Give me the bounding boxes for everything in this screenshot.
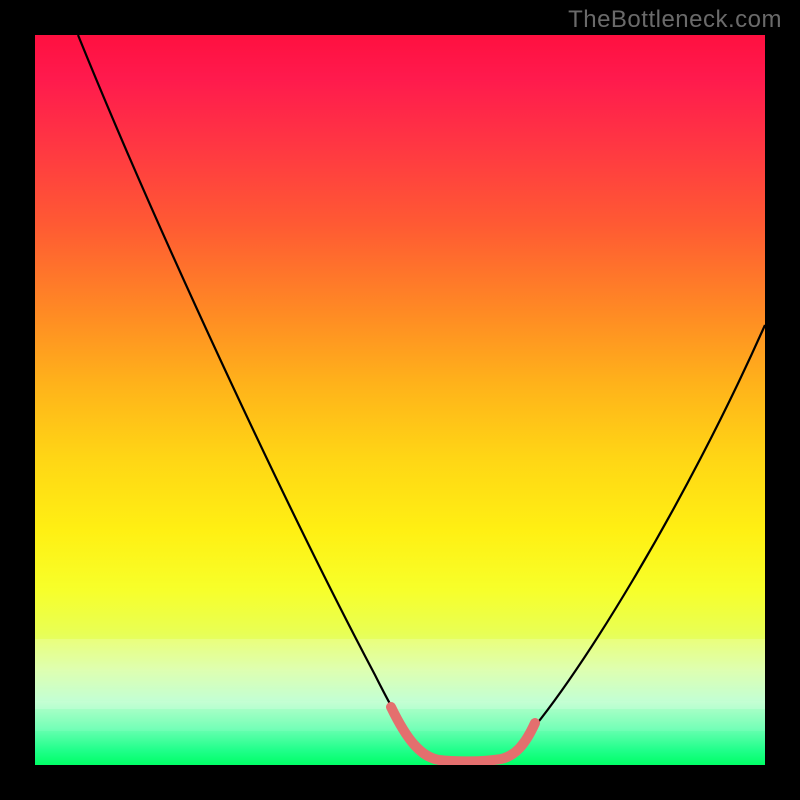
optimal-zone-line (391, 707, 535, 761)
bottleneck-curve-line (78, 35, 765, 760)
curve-layer (35, 35, 765, 765)
plot-area (35, 35, 765, 765)
chart-frame: TheBottleneck.com (0, 0, 800, 800)
watermark-text: TheBottleneck.com (568, 6, 782, 34)
